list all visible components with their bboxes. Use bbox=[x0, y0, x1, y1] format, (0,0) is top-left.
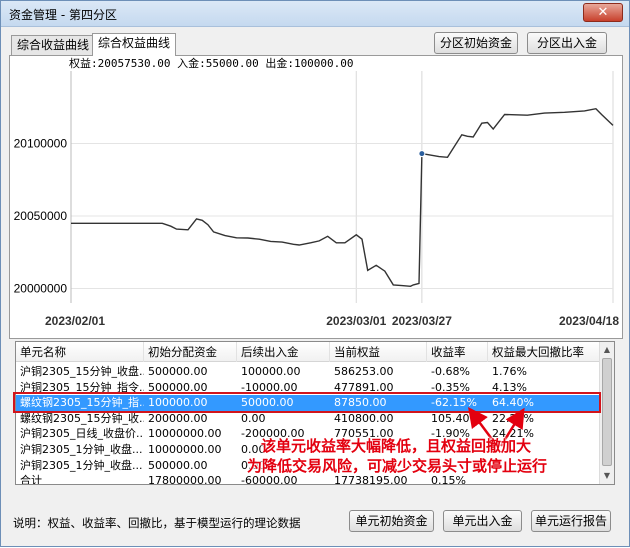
annotation-line-1: 该单元收益率大幅降低，且权益回撤加大 bbox=[261, 437, 532, 455]
footer-note: 说明：权益、收益率、回撤比，基于模型运行的理论数据 bbox=[13, 516, 301, 530]
tab-equity-curve[interactable]: 综合权益曲线 bbox=[92, 33, 177, 56]
unit-init-capital-button[interactable]: 单元初始资金 bbox=[349, 510, 434, 532]
unit-transfer-button[interactable]: 单元出入金 bbox=[443, 510, 522, 532]
unit-report-button[interactable]: 单元运行报告 bbox=[531, 510, 611, 532]
annotation-line-2: 为降低交易风险，可减少交易头寸或停止运行 bbox=[247, 457, 548, 475]
fund-management-window: 资金管理 - 第四分区 ✕ 综合收益曲线 综合权益曲线 分区初始资金 分区出入金… bbox=[0, 0, 630, 547]
